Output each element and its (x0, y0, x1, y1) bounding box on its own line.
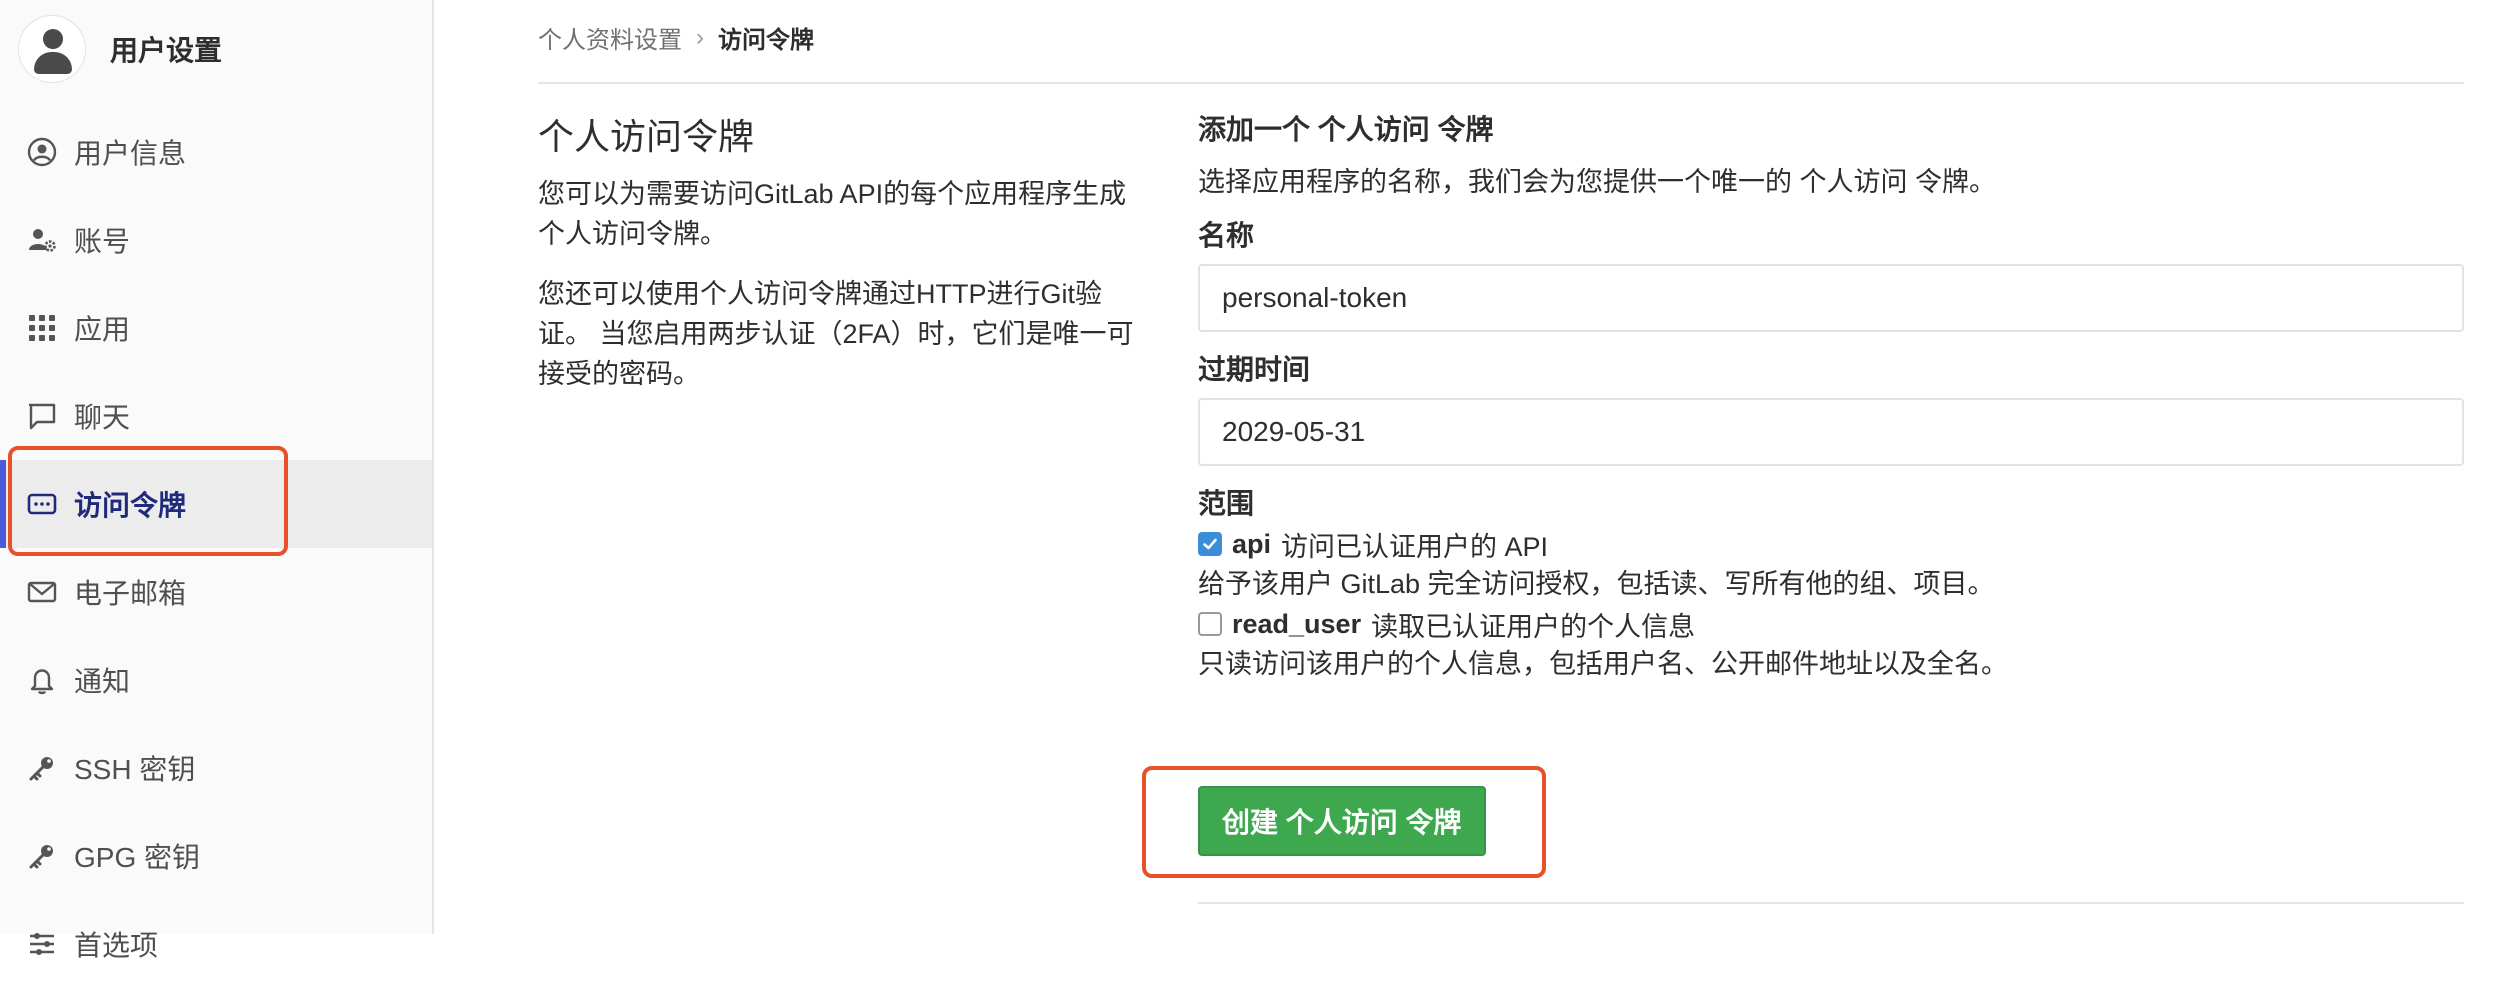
sidebar-item-ssh-keys[interactable]: SSH 密钥 (0, 724, 432, 812)
sidebar-item-label: 访问令牌 (74, 490, 187, 521)
name-input[interactable] (1198, 264, 2464, 332)
scope-read-user-help: 只读访问该用户的个人信息，包括用户名、公开邮件地址以及全名。 (1198, 649, 2008, 679)
sidebar-profile[interactable]: 用户设置 (18, 14, 222, 84)
user-circle-icon (26, 136, 58, 168)
sidebar-item-label: 首选项 (74, 930, 159, 961)
key-icon (26, 840, 58, 872)
create-token-button[interactable]: 创建 个人访问 令牌 (1198, 786, 1486, 856)
chat-icon (26, 400, 58, 432)
envelope-icon (26, 576, 58, 608)
intro-paragraph-2: 您还可以使用个人访问令牌通过HTTP进行Git验证。 当您启用两步认证（2FA）… (538, 279, 1134, 389)
scope-api-label[interactable]: 访问已认证用户的 API (1281, 525, 1548, 564)
key-icon (26, 752, 58, 784)
scope-read-user-checkbox[interactable] (1198, 612, 1222, 636)
divider (538, 82, 2464, 84)
sliders-icon (26, 928, 58, 960)
sidebar-item-label: SSH 密钥 (74, 754, 196, 785)
sidebar-item-label: 聊天 (74, 402, 131, 433)
expires-label: 过期时间 (1198, 354, 1311, 385)
token-form: 添加一个 个人访问 令牌 选择应用程序的名称，我们会为您提供一个唯一的 个人访问… (1198, 110, 2464, 856)
avatar (18, 15, 86, 83)
sidebar-item-chat[interactable]: 聊天 (0, 372, 432, 460)
sidebar-item-label: 通知 (74, 666, 131, 697)
sidebar-nav: 用户信息 账号 应用 聊天 访问令牌 电子邮箱 通知 SSH 密钥 GPG 密钥… (0, 108, 432, 988)
scope-api-row: api 访问已认证用户的 API (1198, 524, 2464, 564)
sidebar-item-emails[interactable]: 电子邮箱 (0, 548, 432, 636)
user-gear-icon (26, 224, 58, 256)
breadcrumb-current[interactable]: 访问令牌 (718, 20, 814, 55)
scope-api-name[interactable]: api (1232, 529, 1271, 560)
sidebar-item-label: 用户信息 (74, 138, 187, 169)
page-title: 个人访问令牌 (538, 116, 755, 157)
bell-icon (26, 664, 58, 696)
scope-read-user-label[interactable]: 读取已认证用户的个人信息 (1371, 605, 1695, 644)
token-icon (26, 488, 58, 520)
scope-read-user-row: read_user 读取已认证用户的个人信息 (1198, 604, 2464, 644)
form-title: 添加一个 个人访问 令牌 (1198, 114, 1494, 145)
divider (1198, 902, 2464, 904)
name-label: 名称 (1198, 220, 1255, 251)
sidebar-item-profile[interactable]: 用户信息 (0, 108, 432, 196)
sidebar-title: 用户设置 (110, 35, 223, 66)
sidebar-item-preferences[interactable]: 首选项 (0, 900, 432, 988)
sidebar-item-label: 电子邮箱 (74, 578, 187, 609)
scopes-label: 范围 (1198, 488, 1255, 519)
sidebar-item-label: GPG 密钥 (74, 842, 201, 873)
breadcrumb-parent[interactable]: 个人资料设置 (538, 20, 682, 55)
grid-icon (26, 312, 58, 344)
sidebar-item-account[interactable]: 账号 (0, 196, 432, 284)
form-description: 选择应用程序的名称，我们会为您提供一个唯一的 个人访问 令牌。 (1198, 167, 1997, 197)
sidebar-item-gpg-keys[interactable]: GPG 密钥 (0, 812, 432, 900)
breadcrumb-separator: › (696, 23, 704, 51)
scope-read-user-name[interactable]: read_user (1232, 609, 1361, 640)
sidebar-item-label: 账号 (74, 226, 131, 257)
sidebar-item-label: 应用 (74, 314, 131, 345)
sidebar: 用户设置 用户信息 账号 应用 聊天 访问令牌 电子邮箱 通知 SSH 密钥 G… (0, 0, 434, 961)
intro-panel: 个人访问令牌 您可以为需要访问GitLab API的每个应用程序生成个人访问令牌… (538, 108, 1138, 414)
scope-api-help: 给予该用户 GitLab 完全访问授权，包括读、写所有他的组、项目。 (1198, 569, 1995, 599)
sidebar-item-access-tokens[interactable]: 访问令牌 (0, 460, 432, 548)
breadcrumb: 个人资料设置 › 访问令牌 (538, 20, 814, 55)
sidebar-item-applications[interactable]: 应用 (0, 284, 432, 372)
sidebar-item-notifications[interactable]: 通知 (0, 636, 432, 724)
expires-date-input[interactable] (1198, 398, 2464, 466)
scope-api-checkbox[interactable] (1198, 532, 1222, 556)
intro-paragraph-1: 您可以为需要访问GitLab API的每个应用程序生成个人访问令牌。 (538, 179, 1127, 249)
